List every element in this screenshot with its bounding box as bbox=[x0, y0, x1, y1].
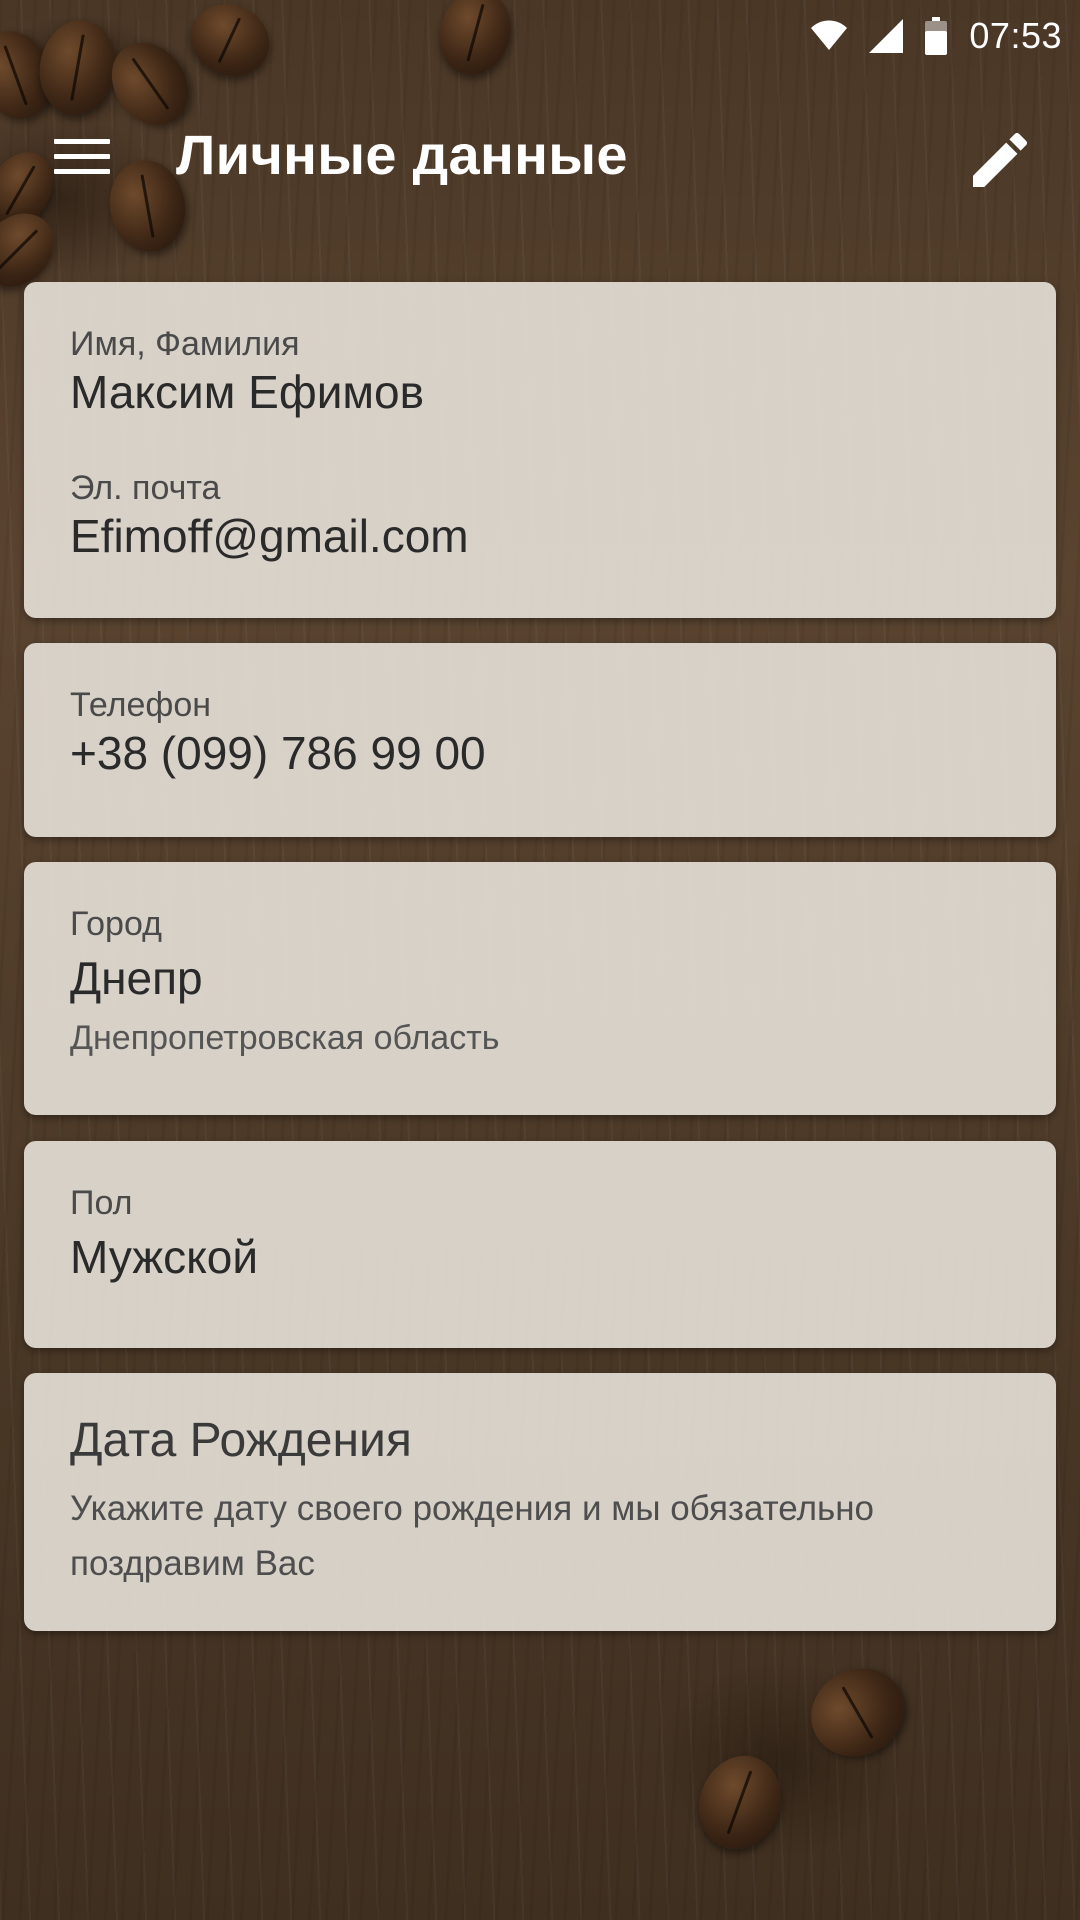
phone-card[interactable]: Телефон +38 (099) 786 99 00 bbox=[24, 643, 1056, 837]
name-label: Имя, Фамилия bbox=[70, 325, 300, 363]
city-region: Днепропетровская область bbox=[70, 1019, 500, 1057]
profile-card[interactable]: Имя, Фамилия Максим Ефимов Эл. почта Efi… bbox=[24, 282, 1056, 618]
city-label: Город bbox=[70, 905, 162, 943]
pencil-edit-icon[interactable] bbox=[964, 124, 1036, 196]
wifi-icon bbox=[811, 20, 848, 50]
coffee-bean-decoration bbox=[686, 1744, 794, 1861]
city-card[interactable]: Город Днепр Днепропетровская область bbox=[24, 862, 1056, 1115]
status-time: 07:53 bbox=[969, 15, 1062, 56]
birthday-description: Укажите дату своего рождения и мы обязат… bbox=[70, 1489, 875, 1583]
phone-value: +38 (099) 786 99 00 bbox=[70, 727, 486, 779]
status-bar: 07:53 bbox=[0, 0, 1080, 72]
gender-label: Пол bbox=[70, 1184, 133, 1222]
email-value: Efimoff@gmail.com bbox=[70, 510, 469, 562]
birthday-title: Дата Рождения bbox=[70, 1414, 412, 1467]
phone-label: Телефон bbox=[70, 686, 212, 724]
hamburger-menu-icon[interactable] bbox=[54, 124, 118, 188]
birthday-card[interactable]: Дата Рождения Укажите дату своего рожден… bbox=[24, 1373, 1056, 1631]
email-label: Эл. почта bbox=[70, 469, 221, 507]
coffee-bean-decoration bbox=[795, 1651, 920, 1774]
city-value: Днепр bbox=[70, 952, 203, 1004]
gender-card[interactable]: Пол Мужской bbox=[24, 1141, 1056, 1348]
toolbar: Личные данные bbox=[0, 96, 1080, 216]
battery-icon bbox=[925, 17, 948, 55]
status-icons: 07:53 bbox=[811, 14, 1062, 58]
name-value: Максим Ефимов bbox=[70, 366, 425, 418]
gender-value: Мужской bbox=[70, 1231, 259, 1283]
page-title: Личные данные bbox=[176, 123, 628, 186]
cell-signal-icon bbox=[869, 19, 904, 53]
